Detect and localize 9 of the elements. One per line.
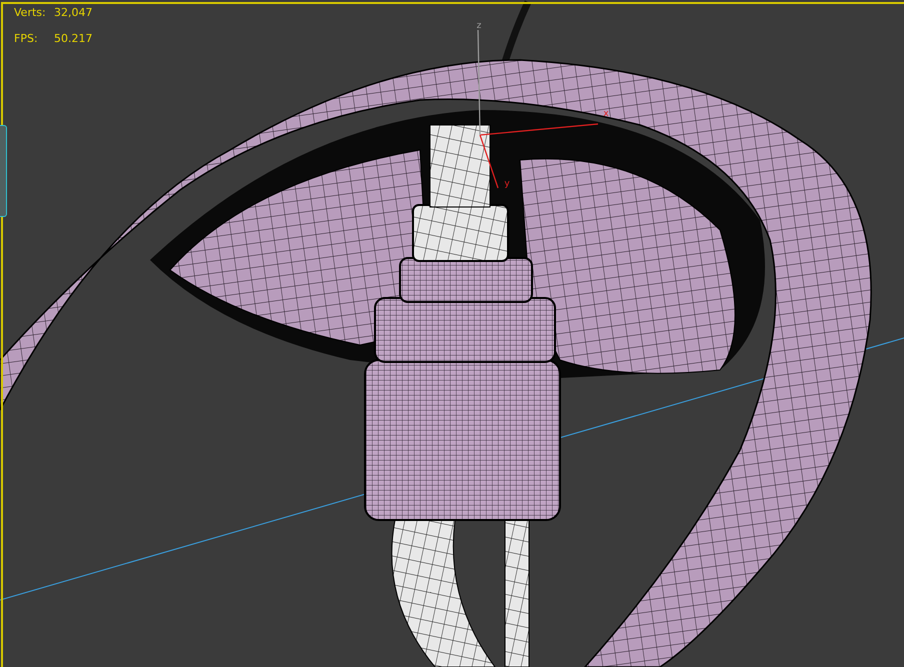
stat-value: 50.217 xyxy=(54,32,92,46)
axis-label: x xyxy=(603,109,609,119)
stat-value: 32,047 xyxy=(54,6,92,20)
stat-label: FPS: xyxy=(14,32,39,46)
side-panel-edge[interactable] xyxy=(0,125,7,217)
viewport[interactable]: x y z Verts: 32,047 FPS: 50.217 xyxy=(0,0,904,667)
stat-label: Verts: xyxy=(14,6,47,20)
axis-label: y xyxy=(504,179,510,189)
axis-label: z xyxy=(476,21,482,31)
